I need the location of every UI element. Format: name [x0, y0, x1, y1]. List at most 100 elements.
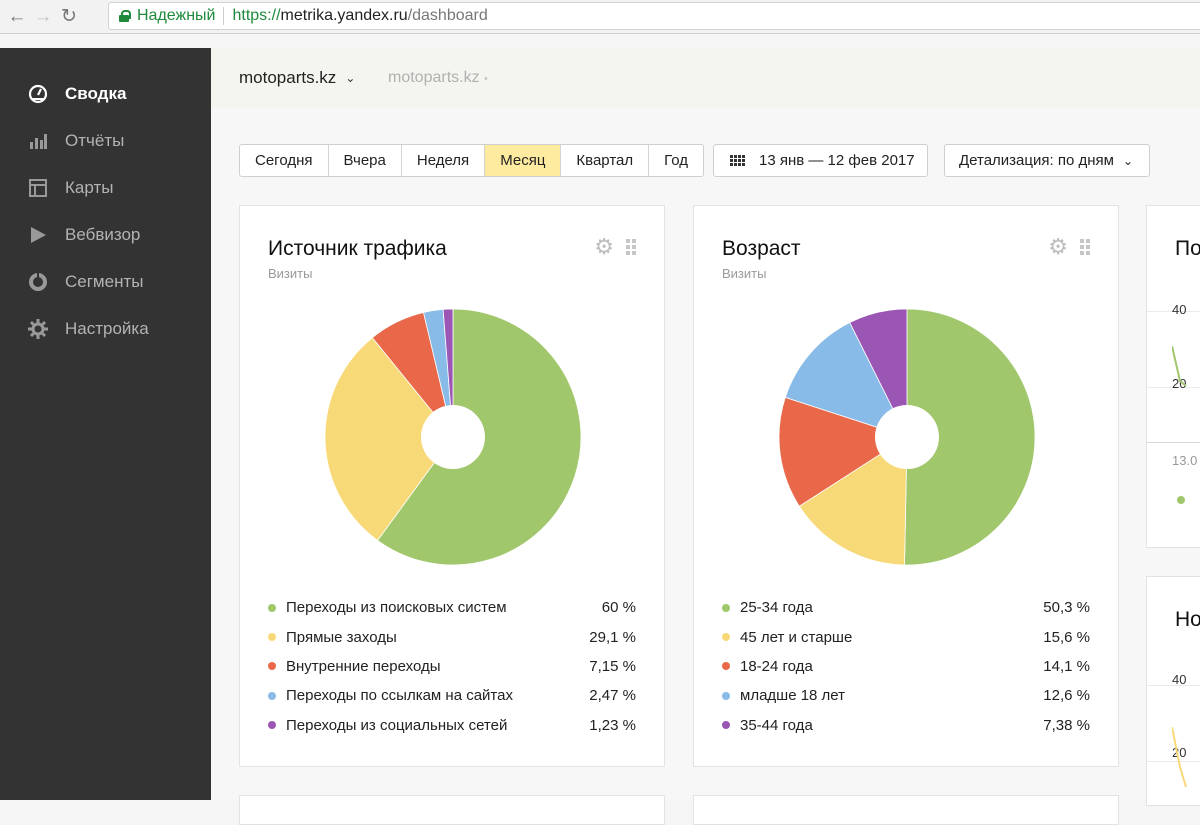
widget-title: Но: [1175, 608, 1200, 631]
sidebar-item-label: Вебвизор: [65, 224, 141, 244]
widget-age: Возраст Визиты ⚙ 25-34 года 50,3 % 45 лет…: [693, 205, 1119, 767]
legend-value: 2,47 %: [589, 687, 636, 705]
sidebar-item-webvisor[interactable]: Вебвизор: [0, 211, 211, 258]
sidebar-item-maps[interactable]: Карты: [0, 164, 211, 211]
sidebar-item-summary[interactable]: Сводка: [0, 70, 211, 117]
lock-icon: [119, 10, 131, 22]
widget-title: Источник трафика: [268, 237, 447, 260]
legend-dot: [268, 633, 276, 642]
browser-toolbar: ← → ↻ Надежный https://metrika.yandex.ru…: [0, 0, 1200, 34]
legend-item[interactable]: 25-34 года 50,3 %: [722, 593, 1090, 622]
legend-item[interactable]: Прямые заходы 29,1 %: [268, 622, 636, 651]
secure-label: Надежный: [137, 7, 216, 24]
chevron-down-icon: ⌄: [345, 71, 356, 85]
date-range-button[interactable]: 13 янв — 12 фев 2017: [713, 144, 928, 177]
site-name: motoparts.kz: [239, 68, 337, 87]
widget-tools: ⚙: [1048, 236, 1090, 258]
period-yesterday[interactable]: Вчера: [329, 145, 402, 176]
detail-label: Детализация: по дням: [959, 152, 1114, 169]
widget-traffic-source: Источник трафика Визиты ⚙ Переходы из по…: [239, 205, 665, 767]
period-month[interactable]: Месяц: [485, 145, 562, 176]
sidebar-item-segments[interactable]: Сегменты: [0, 258, 211, 305]
legend-value: 29,1 %: [589, 628, 636, 646]
sidebar-item-label: Отчёты: [65, 130, 125, 150]
play-icon: [28, 225, 48, 245]
back-arrow-icon[interactable]: ←: [4, 4, 30, 30]
widget-title: По: [1175, 237, 1200, 260]
legend-item[interactable]: 45 лет и старше 15,6 %: [722, 622, 1090, 651]
legend-label: Переходы из поисковых систем: [286, 599, 507, 617]
legend-value: 15,6 %: [1043, 628, 1090, 646]
legend-item[interactable]: Переходы из социальных сетей 1,23 %: [268, 711, 636, 740]
detail-select[interactable]: Детализация: по дням ⌄: [944, 144, 1150, 177]
legend-dot: [722, 603, 730, 612]
site-selector[interactable]: motoparts.kz ⌄: [239, 68, 355, 88]
site-header: motoparts.kz ⌄ motoparts.kz •: [211, 48, 1200, 108]
chevron-down-icon: ⌄: [1122, 153, 1133, 168]
donut-hole: [875, 405, 939, 469]
legend-label: Переходы из социальных сетей: [286, 716, 508, 734]
line-series: [1172, 727, 1187, 788]
widget-tools: ⚙: [594, 236, 636, 258]
legend-dot: [722, 662, 730, 671]
sidebar-item-label: Сводка: [65, 83, 127, 103]
sidebar-item-reports[interactable]: Отчёты: [0, 117, 211, 164]
sidebar-item-settings[interactable]: Настройка: [0, 305, 211, 352]
address-separator: [223, 7, 225, 25]
legend-item[interactable]: Переходы из поисковых систем 60 %: [268, 593, 636, 622]
legend-item[interactable]: 35-44 года 7,38 %: [722, 711, 1090, 740]
legend-value: 7,15 %: [589, 657, 636, 675]
legend-value: 12,6 %: [1043, 687, 1090, 705]
legend-label: Внутренние переходы: [286, 657, 441, 675]
period-selector: Сегодня Вчера Неделя Месяц Квартал Год: [239, 144, 705, 177]
legend-item[interactable]: младше 18 лет 12,6 %: [722, 681, 1090, 710]
drag-handle-icon[interactable]: [626, 239, 636, 255]
axis-label: 40: [1172, 672, 1187, 687]
period-week[interactable]: Неделя: [402, 145, 486, 176]
sidebar-item-label: Карты: [65, 177, 114, 197]
legend-value: 1,23 %: [589, 716, 636, 734]
sidebar-item-label: Настройка: [65, 318, 149, 338]
period-year[interactable]: Год: [649, 145, 703, 176]
gear-icon[interactable]: ⚙: [1048, 236, 1068, 258]
traffic-pie-chart: [325, 308, 581, 566]
traffic-legend: Переходы из поисковых систем 60 % Прямые …: [268, 593, 636, 740]
legend-label: Переходы по ссылкам на сайтах: [286, 687, 513, 705]
legend-label: 25-34 года: [740, 599, 813, 617]
url-path: /dashboard: [407, 7, 488, 24]
legend-dot: [722, 633, 730, 642]
age-pie-chart: [779, 308, 1035, 566]
forward-arrow-icon[interactable]: →: [30, 4, 56, 30]
period-quarter[interactable]: Квартал: [561, 145, 650, 176]
reload-icon[interactable]: ↻: [56, 4, 82, 30]
dashboard-main: Сегодня Вчера Неделя Месяц Квартал Год 1…: [211, 108, 1200, 825]
legend-value: 14,1 %: [1043, 657, 1090, 675]
legend-dot: [1177, 496, 1185, 504]
legend-value: 50,3 %: [1043, 599, 1090, 617]
axis-label: 40: [1172, 302, 1187, 317]
donut-hole: [421, 405, 485, 469]
legend-value: 60 %: [601, 599, 636, 617]
axis-label: 13.0: [1172, 453, 1198, 468]
legend-dot: [268, 603, 276, 612]
legend-dot: [722, 721, 730, 730]
legend-dot: [268, 691, 276, 700]
address-bar[interactable]: Надежный https://metrika.yandex.ru/dashb…: [108, 2, 1200, 30]
site-secondary: motoparts.kz •: [388, 69, 488, 86]
legend-label: младше 18 лет: [740, 687, 846, 705]
widget-partial-bottom: Но 40 20: [1146, 576, 1200, 806]
sidebar: Сводка Отчёты Карты Вебвизор Сегменты На…: [0, 48, 211, 800]
gear-icon[interactable]: ⚙: [594, 236, 614, 258]
legend-item[interactable]: Внутренние переходы 7,15 %: [268, 652, 636, 681]
legend-dot: [268, 721, 276, 730]
url-scheme: https://: [232, 7, 281, 24]
drag-handle-icon[interactable]: [1080, 239, 1090, 255]
url-host: metrika.yandex.ru: [280, 7, 408, 24]
period-today[interactable]: Сегодня: [240, 145, 329, 176]
legend-item[interactable]: Переходы по ссылкам на сайтах 2,47 %: [268, 681, 636, 710]
legend-item[interactable]: 18-24 года 14,1 %: [722, 652, 1090, 681]
age-legend: 25-34 года 50,3 % 45 лет и старше 15,6 % 1…: [722, 593, 1090, 740]
bar-chart-icon: [28, 131, 48, 151]
dashboard-gauge-icon: [28, 84, 48, 104]
axis-line: [1147, 442, 1200, 443]
